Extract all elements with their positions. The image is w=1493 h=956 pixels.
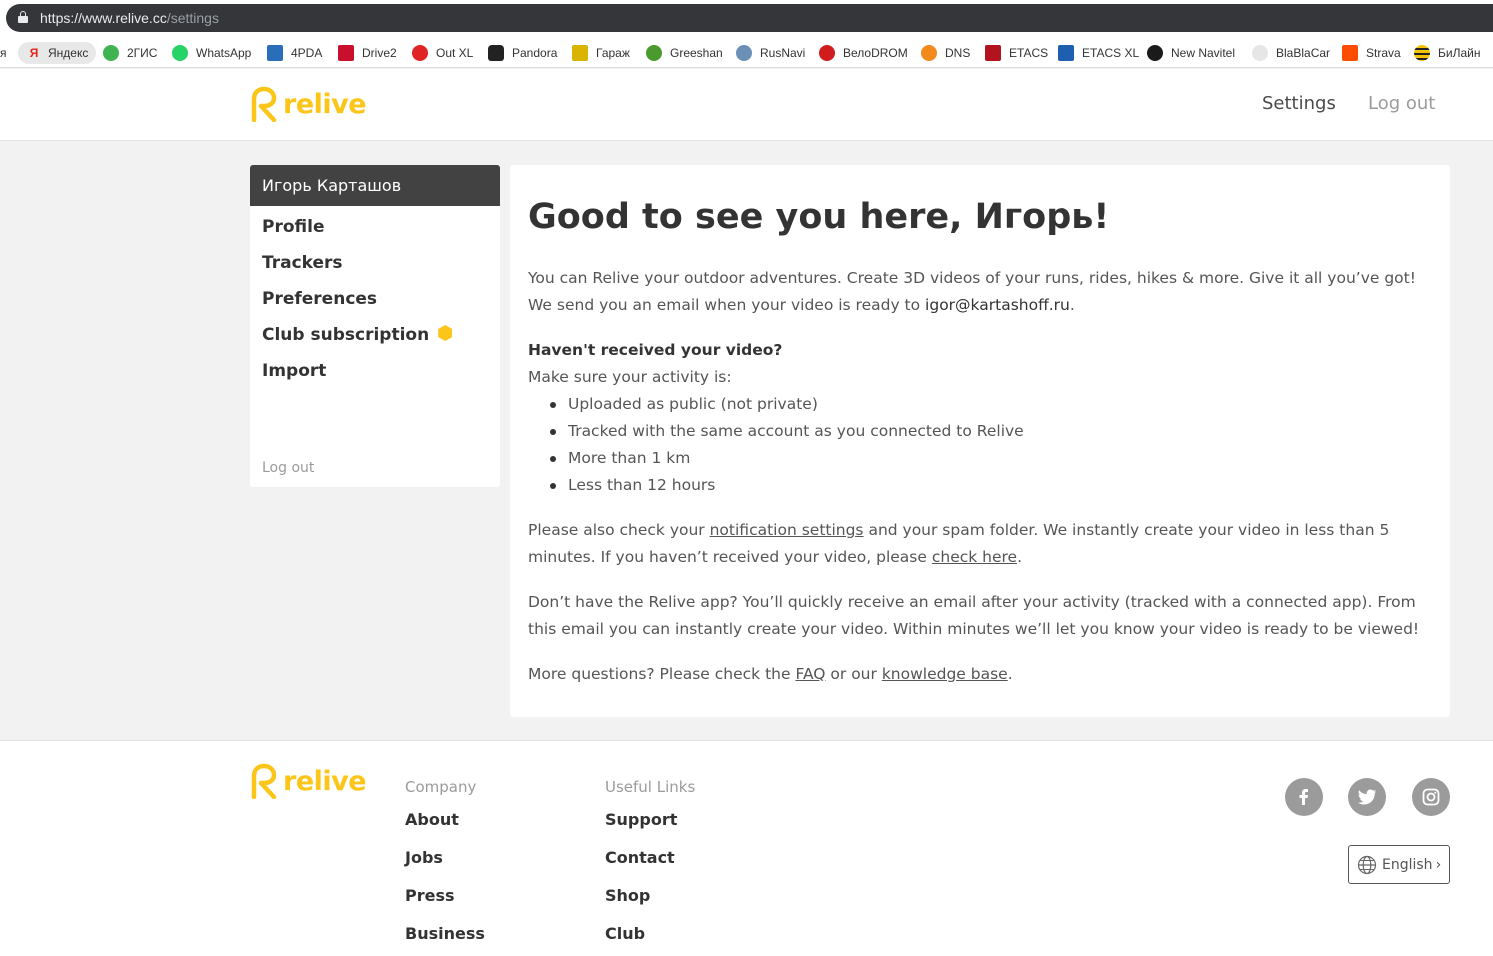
footer-link-support[interactable]: Support xyxy=(605,810,677,829)
club-badge-icon xyxy=(438,325,453,341)
bookmark-drive2[interactable]: Drive2 xyxy=(338,42,397,64)
relive-logo-icon xyxy=(251,763,277,799)
footer-link-jobs[interactable]: Jobs xyxy=(405,848,443,867)
twitter-icon[interactable] xyxy=(1348,778,1386,816)
bookmark-strava[interactable]: Strava xyxy=(1342,42,1401,64)
page-title: Good to see you here, Игорь! xyxy=(528,197,1110,237)
list-item: Uploaded as public (not private) xyxy=(528,391,1024,418)
bookmark-dns[interactable]: DNS xyxy=(921,42,970,64)
bookmark-whatsapp[interactable]: WhatsApp xyxy=(172,42,251,64)
question-heading: Haven't received your video? xyxy=(528,341,783,359)
notification-settings-link[interactable]: notification settings xyxy=(710,521,864,539)
sidebar-item-trackers[interactable]: Trackers xyxy=(262,253,343,273)
2gis-icon xyxy=(103,45,119,61)
bookmark-pandora[interactable]: Pandora xyxy=(488,42,557,64)
activity-checklist: Uploaded as public (not private) Tracked… xyxy=(528,391,1024,499)
language-label: English xyxy=(1382,856,1433,873)
sidebar-logout-link[interactable]: Log out xyxy=(262,460,314,476)
bookmark-blablacar[interactable]: BlaBlaCar xyxy=(1252,42,1330,64)
url-field[interactable]: https://www.relive.cc/settings xyxy=(6,4,1493,32)
footer-link-shop[interactable]: Shop xyxy=(605,886,650,905)
sidebar-item-import[interactable]: Import xyxy=(262,361,326,381)
beeline-icon xyxy=(1414,45,1430,61)
bookmark-2gis[interactable]: 2ГИС xyxy=(103,42,157,64)
intro-paragraph: You can Relive your outdoor adventures. … xyxy=(528,269,1416,314)
bookmark-velodrom[interactable]: ВелоDROM xyxy=(819,42,908,64)
browser-address-bar: https://www.relive.cc/settings xyxy=(0,0,1493,36)
footer-link-business[interactable]: Business xyxy=(405,924,485,943)
dns-icon xyxy=(921,45,937,61)
velodrom-icon xyxy=(819,45,835,61)
faq-link[interactable]: FAQ xyxy=(795,665,825,683)
language-selector[interactable]: English › xyxy=(1348,845,1450,884)
knowledge-base-link[interactable]: knowledge base xyxy=(882,665,1008,683)
check-paragraph: Please also check your notification sett… xyxy=(528,521,1390,566)
footer-link-contact[interactable]: Contact xyxy=(605,848,675,867)
facebook-icon[interactable] xyxy=(1285,778,1323,816)
instagram-icon[interactable] xyxy=(1412,778,1450,816)
bookmark-4pda[interactable]: 4PDA xyxy=(267,42,322,64)
pandora-icon xyxy=(488,45,504,61)
bookmark-navitel[interactable]: New Navitel xyxy=(1147,42,1235,64)
more-questions-paragraph: More questions? Please check the FAQ or … xyxy=(528,665,1013,683)
drive2-icon xyxy=(338,45,354,61)
whatsapp-icon xyxy=(172,45,188,61)
4pda-icon xyxy=(267,45,283,61)
bookmark-rusnavi[interactable]: RusNavi xyxy=(736,42,805,64)
lock-icon[interactable] xyxy=(18,11,28,23)
footer-link-club[interactable]: Club xyxy=(605,924,645,943)
welcome-card: Good to see you here, Игорь! You can Rel… xyxy=(510,165,1450,717)
bookmark-etacs-xl[interactable]: ETACS XL xyxy=(1058,42,1139,64)
bookmark-yandex[interactable]: Я Яндекс xyxy=(18,42,97,64)
strava-icon xyxy=(1342,45,1358,61)
garage-icon xyxy=(572,45,588,61)
url-path: /settings xyxy=(166,10,219,26)
etacs-icon xyxy=(985,45,1001,61)
blablacar-icon xyxy=(1252,45,1268,61)
settings-sidebar: Игорь Карташов Profile Trackers Preferen… xyxy=(250,165,500,487)
sidebar-user-name: Игорь Карташов xyxy=(250,165,500,206)
rusnavi-icon xyxy=(736,45,752,61)
logo-text: relive xyxy=(283,88,367,120)
site-footer: relive Company About Jobs Press Business… xyxy=(0,740,1493,956)
footer-useful-title: Useful Links xyxy=(605,778,696,796)
site-header: relive Settings Log out xyxy=(0,69,1493,141)
bookmark-greeshan[interactable]: Greeshan xyxy=(646,42,723,64)
bookmarks-bar: я Я Яндекс 2ГИС WhatsApp 4PDA Drive2 Out … xyxy=(0,36,1493,68)
nav-settings-link[interactable]: Settings xyxy=(1262,93,1336,114)
greeshan-icon xyxy=(646,45,662,61)
user-email: igor@kartashoff.ru xyxy=(925,296,1070,314)
footer-link-press[interactable]: Press xyxy=(405,886,455,905)
outxl-icon xyxy=(412,45,428,61)
url-host: https://www.relive.cc xyxy=(40,10,167,26)
bookmark-partial[interactable]: я xyxy=(0,42,7,64)
relive-logo-icon xyxy=(251,86,277,122)
no-app-paragraph: Don’t have the Relive app? You’ll quickl… xyxy=(528,593,1420,638)
footer-company-title: Company xyxy=(405,778,477,796)
globe-icon xyxy=(1357,855,1377,874)
bookmark-beeline[interactable]: БиЛайн xyxy=(1414,42,1480,64)
bookmark-etacs[interactable]: ETACS xyxy=(985,42,1048,64)
nav-logout-link[interactable]: Log out xyxy=(1368,93,1435,114)
navitel-icon xyxy=(1147,45,1163,61)
bookmark-garage[interactable]: Гараж xyxy=(572,42,630,64)
list-item: Less than 12 hours xyxy=(528,472,1024,499)
list-item: More than 1 km xyxy=(528,445,1024,472)
sidebar-item-club-subscription[interactable]: Club subscription xyxy=(262,325,453,345)
check-here-link[interactable]: check here xyxy=(932,548,1017,566)
yandex-icon: Я xyxy=(29,46,39,60)
etacs-xl-icon xyxy=(1058,45,1074,61)
sidebar-item-label: Club subscription xyxy=(262,325,430,345)
logo-text: relive xyxy=(283,765,367,797)
footer-logo[interactable]: relive xyxy=(250,763,367,799)
relive-logo[interactable]: relive xyxy=(250,86,367,122)
list-item: Tracked with the same account as you con… xyxy=(528,418,1024,445)
url-text[interactable]: https://www.relive.cc/settings xyxy=(40,10,219,26)
footer-link-about[interactable]: About xyxy=(405,810,459,829)
chevron-right-icon: › xyxy=(1435,856,1442,873)
sidebar-item-profile[interactable]: Profile xyxy=(262,217,324,237)
make-sure-text: Make sure your activity is: xyxy=(528,368,732,386)
sidebar-item-preferences[interactable]: Preferences xyxy=(262,289,377,309)
bookmark-outxl[interactable]: Out XL xyxy=(412,42,473,64)
